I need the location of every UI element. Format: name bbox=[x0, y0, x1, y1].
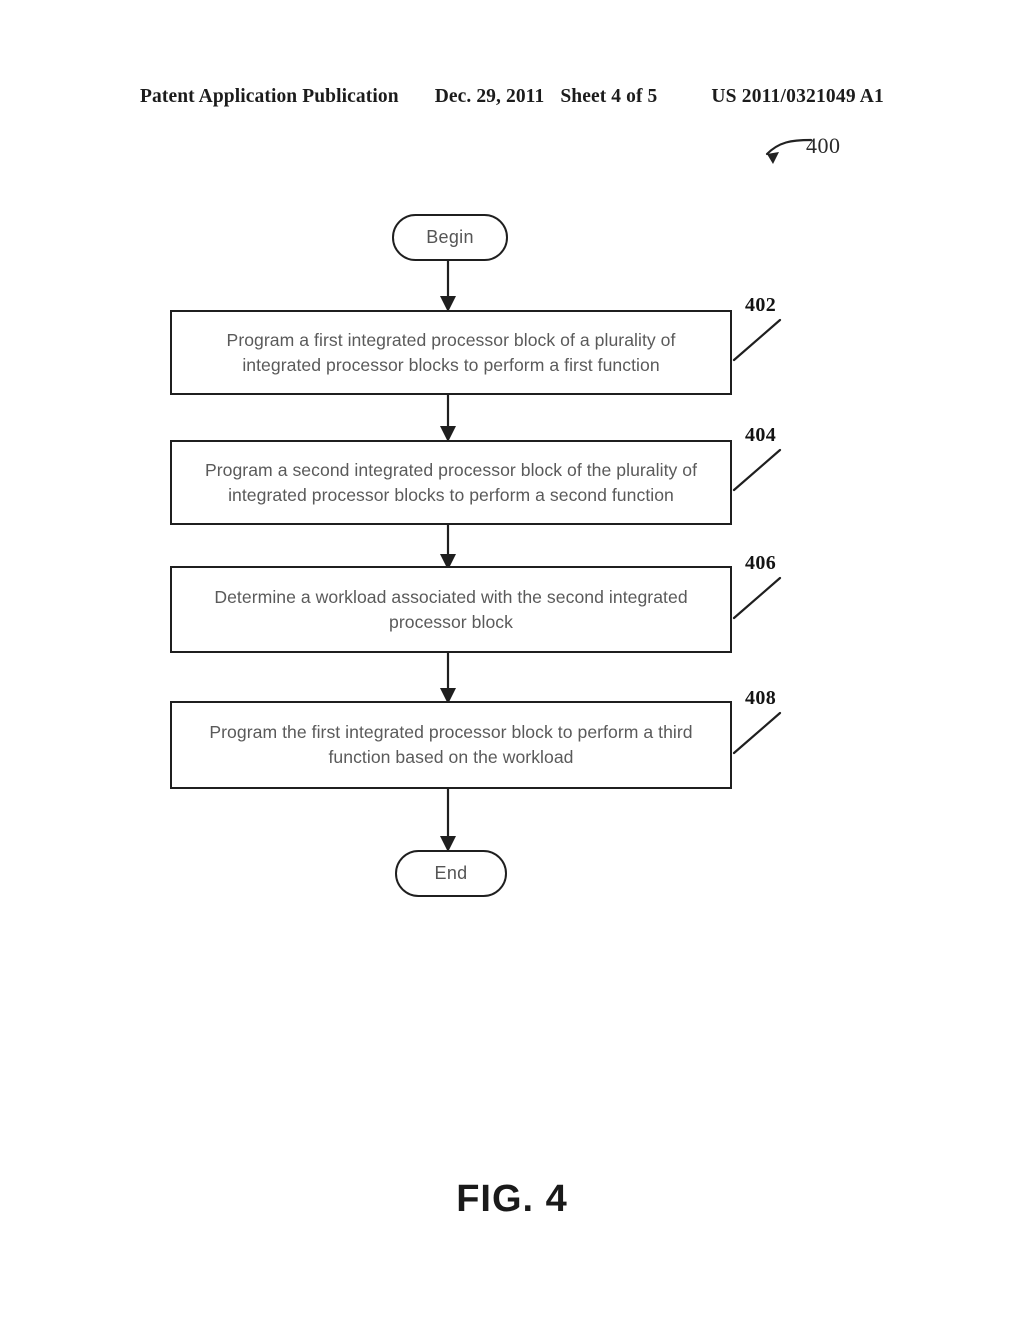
flow-terminator-begin: Begin bbox=[392, 214, 508, 261]
reference-numeral-402: 402 bbox=[745, 294, 777, 316]
reference-leader-line-402-icon bbox=[732, 318, 782, 362]
flow-terminator-begin-label: Begin bbox=[426, 227, 474, 247]
header-sheet-number: Sheet 4 of 5 bbox=[560, 86, 658, 107]
flow-step-box-408: Program the first integrated processor b… bbox=[170, 701, 732, 789]
figure-caption: FIG. 4 bbox=[456, 1178, 568, 1220]
flow-step-text-404: Program a second integrated processor bl… bbox=[204, 459, 698, 505]
flow-connector-arrow bbox=[440, 788, 456, 852]
patent-figure-page: Patent Application Publication Dec. 29, … bbox=[0, 0, 1024, 1320]
flow-step-box-406: Determine a workload associated with the… bbox=[170, 566, 732, 653]
flow-step-text-406: Determine a workload associated with the… bbox=[214, 586, 688, 632]
figure-callout-number: 400 bbox=[806, 133, 841, 158]
flow-connector-arrow bbox=[440, 524, 456, 570]
reference-numeral-408: 408 bbox=[745, 687, 777, 709]
flow-terminator-end: End bbox=[395, 850, 507, 897]
reference-leader-line-406-icon bbox=[732, 576, 782, 620]
flow-connector-arrow bbox=[440, 260, 456, 312]
reference-leader-line-404-icon bbox=[732, 448, 782, 492]
flow-connector-arrow bbox=[440, 394, 456, 442]
flow-step-text-402: Program a first integrated processor blo… bbox=[226, 329, 676, 375]
reference-numeral-406: 406 bbox=[745, 552, 777, 574]
reference-leader-line-408-icon bbox=[732, 711, 782, 755]
reference-numeral-404: 404 bbox=[745, 424, 777, 446]
flow-terminator-end-label: End bbox=[434, 863, 468, 883]
flow-step-box-404: Program a second integrated processor bl… bbox=[170, 440, 732, 525]
header-patent-number: US 2011/0321049 A1 bbox=[711, 86, 885, 107]
flowchart: Begin Program a first integrated process… bbox=[0, 0, 1024, 1320]
flow-step-box-402: Program a first integrated processor blo… bbox=[170, 310, 732, 395]
page-header: Patent Application Publication Dec. 29, … bbox=[0, 86, 1024, 108]
header-publication-date: Dec. 29, 2011 bbox=[434, 86, 545, 107]
flow-connector-arrow bbox=[440, 652, 456, 704]
flow-step-text-408: Program the first integrated processor b… bbox=[209, 722, 693, 767]
header-publication-title: Patent Application Publication bbox=[139, 86, 399, 107]
